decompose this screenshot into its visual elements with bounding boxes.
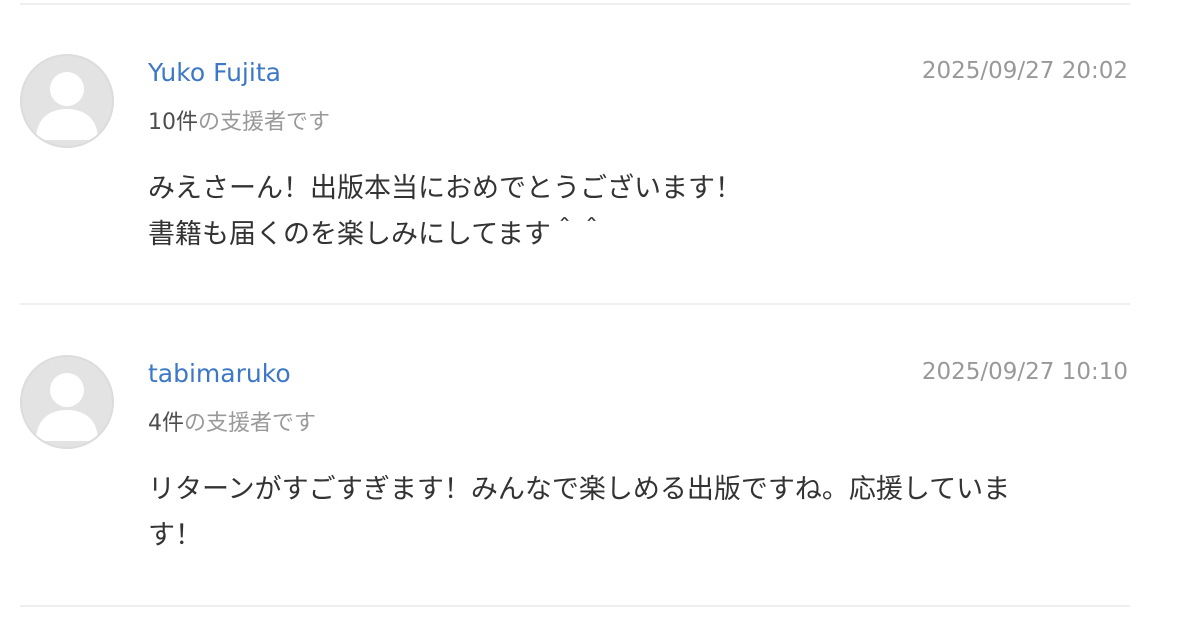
backer-count-label: 4件の支援者です <box>148 405 316 437</box>
top-divider <box>20 3 1130 5</box>
backer-count: 10件 <box>148 110 198 135</box>
backer-count: 4件 <box>148 411 184 436</box>
comment-body-line: す！ <box>148 520 202 551</box>
default-user-avatar-icon[interactable] <box>20 355 114 449</box>
comment-body-line: みえさーん！出版本当におめでとうございます！ <box>148 173 742 204</box>
user-silhouette-icon <box>36 373 98 441</box>
comment-item: tabimaruko 2025/09/27 10:10 4件の支援者です リター… <box>0 355 1204 595</box>
user-silhouette-icon <box>36 72 98 140</box>
comment-timestamp: 2025/09/27 20:02 <box>921 58 1128 84</box>
backer-suffix: の支援者です <box>184 411 317 436</box>
backer-count-label: 10件の支援者です <box>148 104 330 136</box>
comment-timestamp: 2025/09/27 10:10 <box>921 359 1128 385</box>
comment-divider <box>20 303 1130 305</box>
comment-body-line: リターンがすごすぎます！みんなで楽しめる出版ですね。応援していま <box>148 474 1011 505</box>
author-name-link[interactable]: tabimaruko <box>148 359 291 388</box>
comment-body: リターンがすごすぎます！みんなで楽しめる出版ですね。応援していま す！ <box>148 467 1108 559</box>
comment-body-line: 書籍も届くのを楽しみにしてます＾＾ <box>148 219 605 250</box>
comment-body: みえさーん！出版本当におめでとうございます！ 書籍も届くのを楽しみにしてます＾＾ <box>148 166 1108 258</box>
comment-item: Yuko Fujita 2025/09/27 20:02 10件の支援者です み… <box>0 54 1204 294</box>
author-name-link[interactable]: Yuko Fujita <box>148 58 281 87</box>
default-user-avatar-icon[interactable] <box>20 54 114 148</box>
comment-divider <box>20 605 1130 607</box>
backer-suffix: の支援者です <box>198 110 331 135</box>
